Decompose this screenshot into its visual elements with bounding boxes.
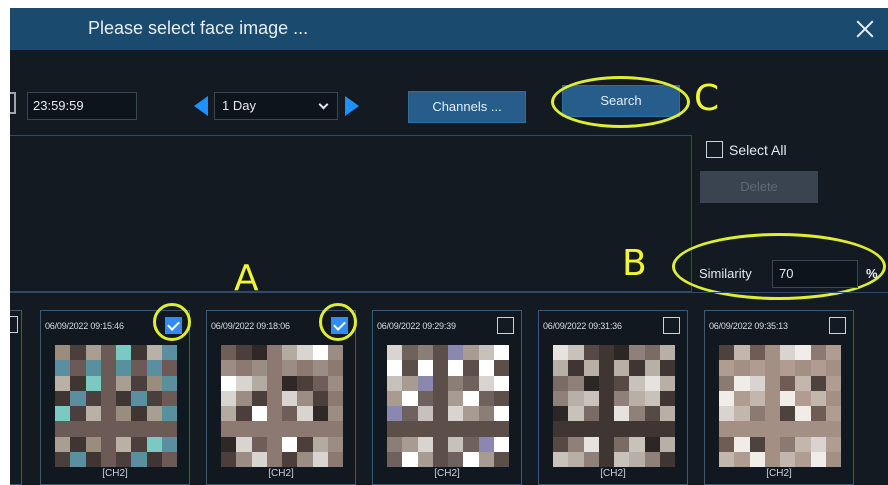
search-button[interactable]: Search — [562, 85, 680, 117]
search-face-area — [10, 135, 692, 292]
similarity-input[interactable]: 70 — [772, 260, 858, 288]
period-value: 1 Day — [222, 98, 256, 113]
similarity-label: Similarity — [699, 266, 752, 281]
arrow-right-icon[interactable] — [345, 96, 359, 116]
annotation-letter-a: A — [234, 258, 259, 299]
select-all-checkbox[interactable] — [706, 141, 723, 158]
channels-button[interactable]: Channels ... — [408, 91, 526, 123]
result-checkbox[interactable] — [165, 317, 182, 334]
result-card[interactable]: 06/09/2022 09:29:39 [CH2] — [372, 310, 522, 485]
result-channel: [CH2] — [434, 468, 460, 479]
result-card[interactable]: 06/09/2022 09:18:06 [CH2] — [206, 310, 356, 485]
result-timestamp: 06/09/2022 09:18:06 — [211, 321, 290, 331]
dialog-title: Please select face image ... — [88, 18, 309, 38]
result-timestamp: 06/09/2022 09:31:36 — [543, 321, 622, 331]
result-checkbox[interactable] — [497, 317, 514, 334]
result-channel: [CH2] — [600, 468, 626, 479]
face-thumbnail — [553, 345, 675, 467]
face-thumbnail — [55, 345, 177, 467]
annotation-letter-c: C — [694, 78, 720, 119]
face-select-dialog: Please select face image ... 23:59:59 1 … — [10, 8, 888, 485]
face-thumbnail — [719, 345, 841, 467]
close-icon[interactable] — [850, 14, 880, 44]
result-timestamp: 06/09/2022 09:29:39 — [377, 321, 456, 331]
partial-result-checkbox[interactable] — [10, 316, 18, 333]
select-all-label: Select All — [729, 142, 787, 158]
delete-button[interactable]: Delete — [700, 171, 818, 203]
end-time-input[interactable]: 23:59:59 — [27, 92, 137, 120]
result-channel: [CH2] — [102, 468, 128, 479]
partial-result-card — [10, 310, 22, 485]
result-card[interactable]: 06/09/2022 09:15:46 [CH2] — [40, 310, 190, 485]
period-select[interactable]: 1 Day — [214, 92, 338, 120]
result-card[interactable]: 06/09/2022 09:31:36 [CH2] — [538, 310, 688, 485]
title-bar: Please select face image ... — [10, 8, 888, 50]
calendar-icon[interactable] — [10, 92, 16, 114]
result-timestamp: 06/09/2022 09:15:46 — [45, 321, 124, 331]
result-checkbox[interactable] — [829, 317, 846, 334]
chevron-down-icon — [318, 99, 329, 110]
result-card[interactable]: 06/09/2022 09:35:13 [CH2] — [704, 310, 854, 485]
face-thumbnail — [387, 345, 509, 467]
arrow-left-icon[interactable] — [194, 96, 208, 116]
result-channel: [CH2] — [268, 468, 294, 479]
similarity-unit: % — [866, 266, 878, 281]
result-checkbox[interactable] — [331, 317, 348, 334]
face-thumbnail — [221, 345, 343, 467]
result-channel: [CH2] — [766, 468, 792, 479]
annotation-letter-b: B — [622, 243, 647, 284]
result-checkbox[interactable] — [663, 317, 680, 334]
result-timestamp: 06/09/2022 09:35:13 — [709, 321, 788, 331]
